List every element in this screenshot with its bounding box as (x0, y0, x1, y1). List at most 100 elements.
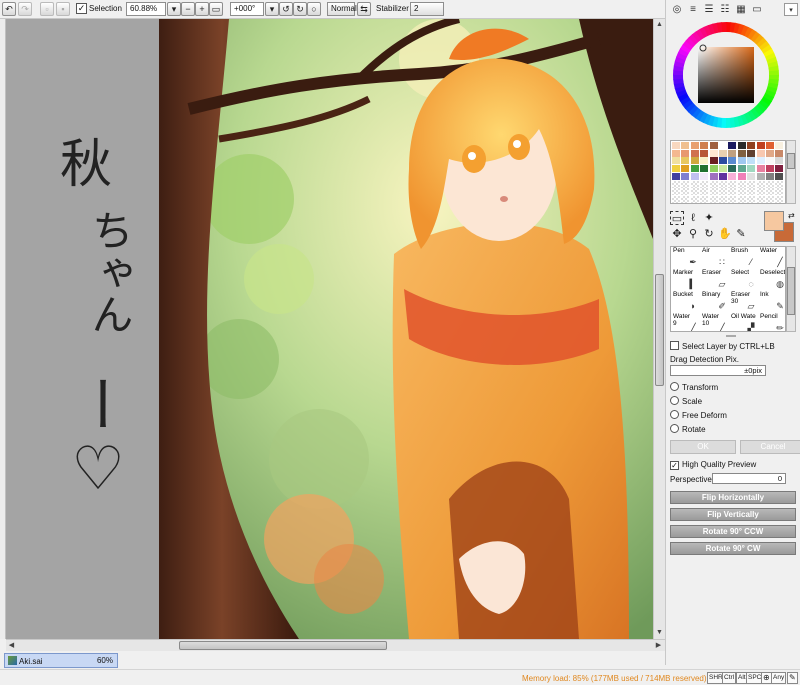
brush-grid-scrollbar[interactable] (786, 246, 796, 332)
zoom-reset-icon[interactable]: ▭ (209, 2, 223, 16)
palette-swatch[interactable] (719, 180, 727, 188)
canvas-area[interactable]: 秋 ちゃん ー♡ (6, 19, 653, 639)
brush-tool-bucket[interactable]: Bucket ◗ (671, 291, 700, 313)
hsv-slider-tab-icon[interactable]: ☰ (702, 3, 716, 16)
palette-swatch[interactable] (766, 142, 774, 149)
palette-swatch[interactable] (672, 180, 680, 188)
palette-swatch[interactable] (747, 157, 756, 165)
palette-swatch[interactable] (737, 165, 746, 173)
palette-swatch[interactable] (709, 149, 718, 157)
palette-swatch[interactable] (672, 172, 680, 180)
color-wheel-tab-icon[interactable]: ◎ (670, 3, 684, 16)
panel-menu-icon[interactable]: ▾ (784, 3, 798, 16)
palette-swatch[interactable] (719, 142, 727, 149)
flip-view-icon[interactable]: ⇆ (357, 2, 371, 16)
brush-tool-select[interactable]: Select ◌ (729, 269, 758, 291)
cancel-button[interactable]: Cancel (740, 440, 800, 454)
palette-swatch[interactable] (747, 188, 756, 196)
blend-mode-dropdown[interactable]: Normal (327, 2, 357, 16)
rotation-reset-icon[interactable]: ○ (307, 2, 321, 16)
rotate-radio[interactable] (670, 424, 679, 433)
rotate-left-icon[interactable]: ↺ (279, 2, 293, 16)
palette-swatch[interactable] (690, 157, 699, 165)
palette-swatch[interactable] (709, 195, 718, 203)
brush-tool-deselect[interactable]: Deselect ◍ (758, 269, 785, 291)
palette-swatch[interactable] (700, 172, 709, 180)
zoom-tool-icon[interactable]: ⚲ (686, 227, 700, 241)
free-deform-option[interactable]: Free Deform (670, 410, 727, 420)
palette-swatch[interactable] (756, 188, 765, 196)
transform-option[interactable]: Transform (670, 382, 718, 392)
palette-swatch[interactable] (681, 149, 690, 157)
drag-detection-field[interactable]: ±0pix (670, 365, 766, 376)
palette-swatch[interactable] (747, 149, 756, 157)
lasso-tool-icon[interactable]: ℓ (686, 211, 700, 225)
hand-tool-icon[interactable]: ✋ (718, 227, 732, 241)
high-quality-option[interactable]: ✓ High Quality Preview (670, 460, 756, 470)
palette-swatch[interactable] (681, 172, 690, 180)
palette-swatch[interactable] (681, 188, 690, 196)
palette-swatch[interactable] (766, 188, 774, 196)
palette-swatch[interactable] (672, 188, 680, 196)
palette-swatch[interactable] (709, 180, 718, 188)
transform-radio[interactable] (670, 382, 679, 391)
scale-radio[interactable] (670, 396, 679, 405)
palette-scrollbar[interactable] (786, 140, 796, 204)
palette-swatch[interactable] (775, 180, 784, 188)
brush-tool-water[interactable]: Water ╱ (758, 247, 785, 269)
ok-button[interactable]: OK (670, 440, 736, 454)
rotate-tool-icon[interactable]: ↻ (702, 227, 716, 241)
palette-swatch[interactable] (728, 157, 737, 165)
palette-swatch[interactable] (700, 180, 709, 188)
palette-swatch[interactable] (709, 165, 718, 173)
palette-swatch[interactable] (728, 142, 737, 149)
palette-swatch[interactable] (719, 157, 727, 165)
undo-icon[interactable]: ↶ (2, 2, 16, 16)
palette-swatch[interactable] (775, 165, 784, 173)
palette-swatch[interactable] (681, 157, 690, 165)
palette-swatch[interactable] (737, 142, 746, 149)
palette-swatch[interactable] (775, 142, 784, 149)
brush-tool-water[interactable]: Water 9 ╱ (671, 313, 700, 331)
palette-swatch[interactable] (681, 180, 690, 188)
palette-swatch[interactable] (775, 149, 784, 157)
brush-tool-oil-wate[interactable]: Oil Wate ▞ (729, 313, 758, 331)
palette-swatch[interactable] (756, 172, 765, 180)
brush-tool-pen[interactable]: Pen ✒ (671, 247, 700, 269)
brush-tool-eraser[interactable]: Eraser ▱ (700, 269, 729, 291)
palette-swatch[interactable] (700, 157, 709, 165)
swap-colors-icon[interactable]: ⇄ (788, 211, 795, 220)
palette-swatch[interactable] (737, 149, 746, 157)
palette-swatch[interactable] (766, 172, 774, 180)
rotate-right-icon[interactable]: ↻ (293, 2, 307, 16)
palette-swatch[interactable] (700, 142, 709, 149)
scroll-left-icon[interactable]: ◀ (6, 640, 17, 651)
palette-swatch[interactable] (766, 195, 774, 203)
scale-option[interactable]: Scale (670, 396, 702, 406)
palette-swatch[interactable] (681, 165, 690, 173)
brush-tool-water[interactable]: Water 10 ╱ (700, 313, 729, 331)
brush-grid-scroll-thumb[interactable] (787, 267, 795, 315)
palette-swatch[interactable] (719, 149, 727, 157)
select-layer-checkbox[interactable] (670, 341, 679, 350)
palette-swatch[interactable] (756, 157, 765, 165)
palette-swatch[interactable] (672, 149, 680, 157)
invert-selection-icon[interactable]: ▪ (56, 2, 70, 16)
flip-vertically-button[interactable]: Flip Vertically (670, 508, 796, 521)
canvas-horizontal-scrollbar[interactable]: ◀ ▶ (6, 639, 665, 651)
palette-swatch[interactable] (766, 149, 774, 157)
palette-swatch[interactable] (681, 195, 690, 203)
palette-swatch[interactable] (690, 149, 699, 157)
eyedropper-tool-icon[interactable]: ✎ (734, 227, 748, 241)
palette-swatch[interactable] (728, 172, 737, 180)
scroll-down-icon[interactable]: ▼ (654, 627, 665, 638)
palette-scroll-thumb[interactable] (787, 153, 795, 169)
palette-swatch[interactable] (690, 180, 699, 188)
palette-swatch[interactable] (737, 157, 746, 165)
palette-swatch[interactable] (728, 165, 737, 173)
document-tab[interactable]: Aki.sai 60% (4, 653, 118, 668)
color-wheel[interactable] (671, 20, 781, 130)
color-palette[interactable] (670, 140, 786, 204)
magic-wand-tool-icon[interactable]: ✦ (702, 211, 716, 225)
artwork-image[interactable] (159, 19, 653, 639)
